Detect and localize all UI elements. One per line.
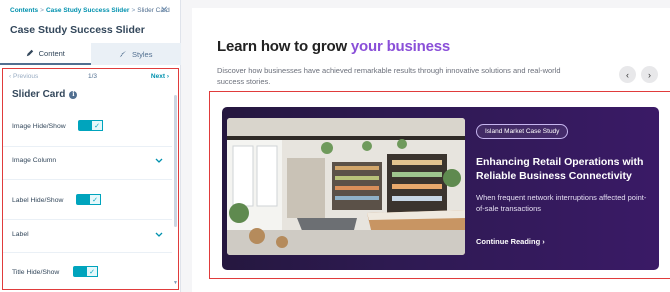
check-icon: ✓ [86, 266, 98, 277]
tab-content[interactable]: Content [0, 43, 91, 65]
breadcrumb-contents[interactable]: Contents [10, 7, 38, 14]
case-study-badge: Island Market Case Study [476, 124, 569, 139]
next-label: Next [150, 73, 166, 80]
next-slide-button[interactable]: › [641, 66, 658, 83]
chevron-down-icon[interactable] [155, 232, 163, 238]
store-interior-image [227, 118, 465, 255]
chevron-down-icon[interactable] [155, 158, 163, 164]
tab-content-label: Content [38, 48, 65, 58]
headline-accent: your business [350, 38, 451, 55]
breadcrumb: Contents > Case Study Success Slider > Slide… [10, 7, 170, 14]
next-card-link[interactable]: Next › [151, 73, 169, 80]
section-subtitle: Discover how businesses have achieved re… [217, 66, 561, 86]
store-interior-illustration [227, 118, 465, 255]
scrollbar-thumb[interactable] [174, 95, 177, 227]
continue-reading-link[interactable]: Continue Reading › [476, 237, 545, 246]
field-divider [3, 219, 172, 220]
tab-styles-label: Styles [132, 49, 153, 59]
cta-label: Continue Reading [476, 237, 541, 246]
slider-card-editor: ‹ Previous 1/3 Next › Slider Card i Imag… [2, 68, 179, 290]
chevron-right-icon: › [542, 237, 545, 246]
editor-sidebar: Contents > Case Study Success Slider > Slide… [0, 0, 181, 292]
slider-highlight: Island Market Case Study Enhancing Retai… [209, 91, 670, 279]
card-count: 1/3 [88, 73, 98, 80]
check-icon: ✓ [89, 194, 101, 205]
field-divider [3, 146, 172, 147]
page: Contents > Case Study Success Slider > Slide… [0, 0, 670, 292]
tab-styles[interactable]: Styles [90, 43, 181, 65]
card-description: When frequent network interruptions affe… [476, 193, 647, 213]
previous-card-link[interactable]: ‹ Previous [9, 73, 38, 80]
check-icon: ✓ [91, 120, 103, 131]
image-toggle[interactable]: ✓ [78, 120, 103, 131]
prev-slide-button[interactable]: ‹ [619, 66, 636, 83]
case-study-card[interactable]: Island Market Case Study Enhancing Retai… [222, 107, 659, 270]
card-title-label: Slider Card [12, 89, 66, 100]
card-section-title: Slider Card i [12, 89, 78, 100]
pencil-icon [26, 49, 33, 57]
section-headline: Learn how to grow your business [217, 38, 450, 55]
image-column-label: Image Column [12, 157, 57, 164]
breadcrumb-separator: > [40, 7, 44, 14]
tab-bar: Content Styles [0, 43, 181, 65]
module-preview: Learn how to grow your business Discover… [192, 8, 670, 292]
label-toggle-label: Label Hide/Show [12, 197, 64, 204]
card-heading: Enhancing Retail Operations with Reliabl… [476, 156, 644, 182]
label-toggle[interactable]: ✓ [76, 194, 101, 205]
scroll-down-icon[interactable]: ▼ [173, 280, 178, 286]
slider-nav: ‹ › [619, 66, 658, 83]
title-toggle[interactable]: ✓ [73, 266, 98, 277]
brush-icon [119, 50, 127, 58]
panel-title: Case Study Success Slider [10, 24, 145, 36]
image-toggle-label: Image Hide/Show [12, 123, 66, 130]
field-divider [3, 252, 172, 253]
breadcrumb-module[interactable]: Case Study Success Slider [46, 7, 129, 14]
close-icon[interactable]: ✕ [160, 6, 168, 16]
info-icon[interactable]: i [69, 90, 78, 99]
card-pager: ‹ Previous 1/3 Next › [9, 73, 169, 83]
label-section-label: Label [12, 231, 29, 238]
previous-label: Previous [12, 73, 39, 80]
field-divider [3, 179, 172, 180]
title-toggle-label: Title Hide/Show [12, 269, 60, 276]
headline-main: Learn how to grow [217, 38, 351, 55]
breadcrumb-separator: > [131, 7, 136, 14]
